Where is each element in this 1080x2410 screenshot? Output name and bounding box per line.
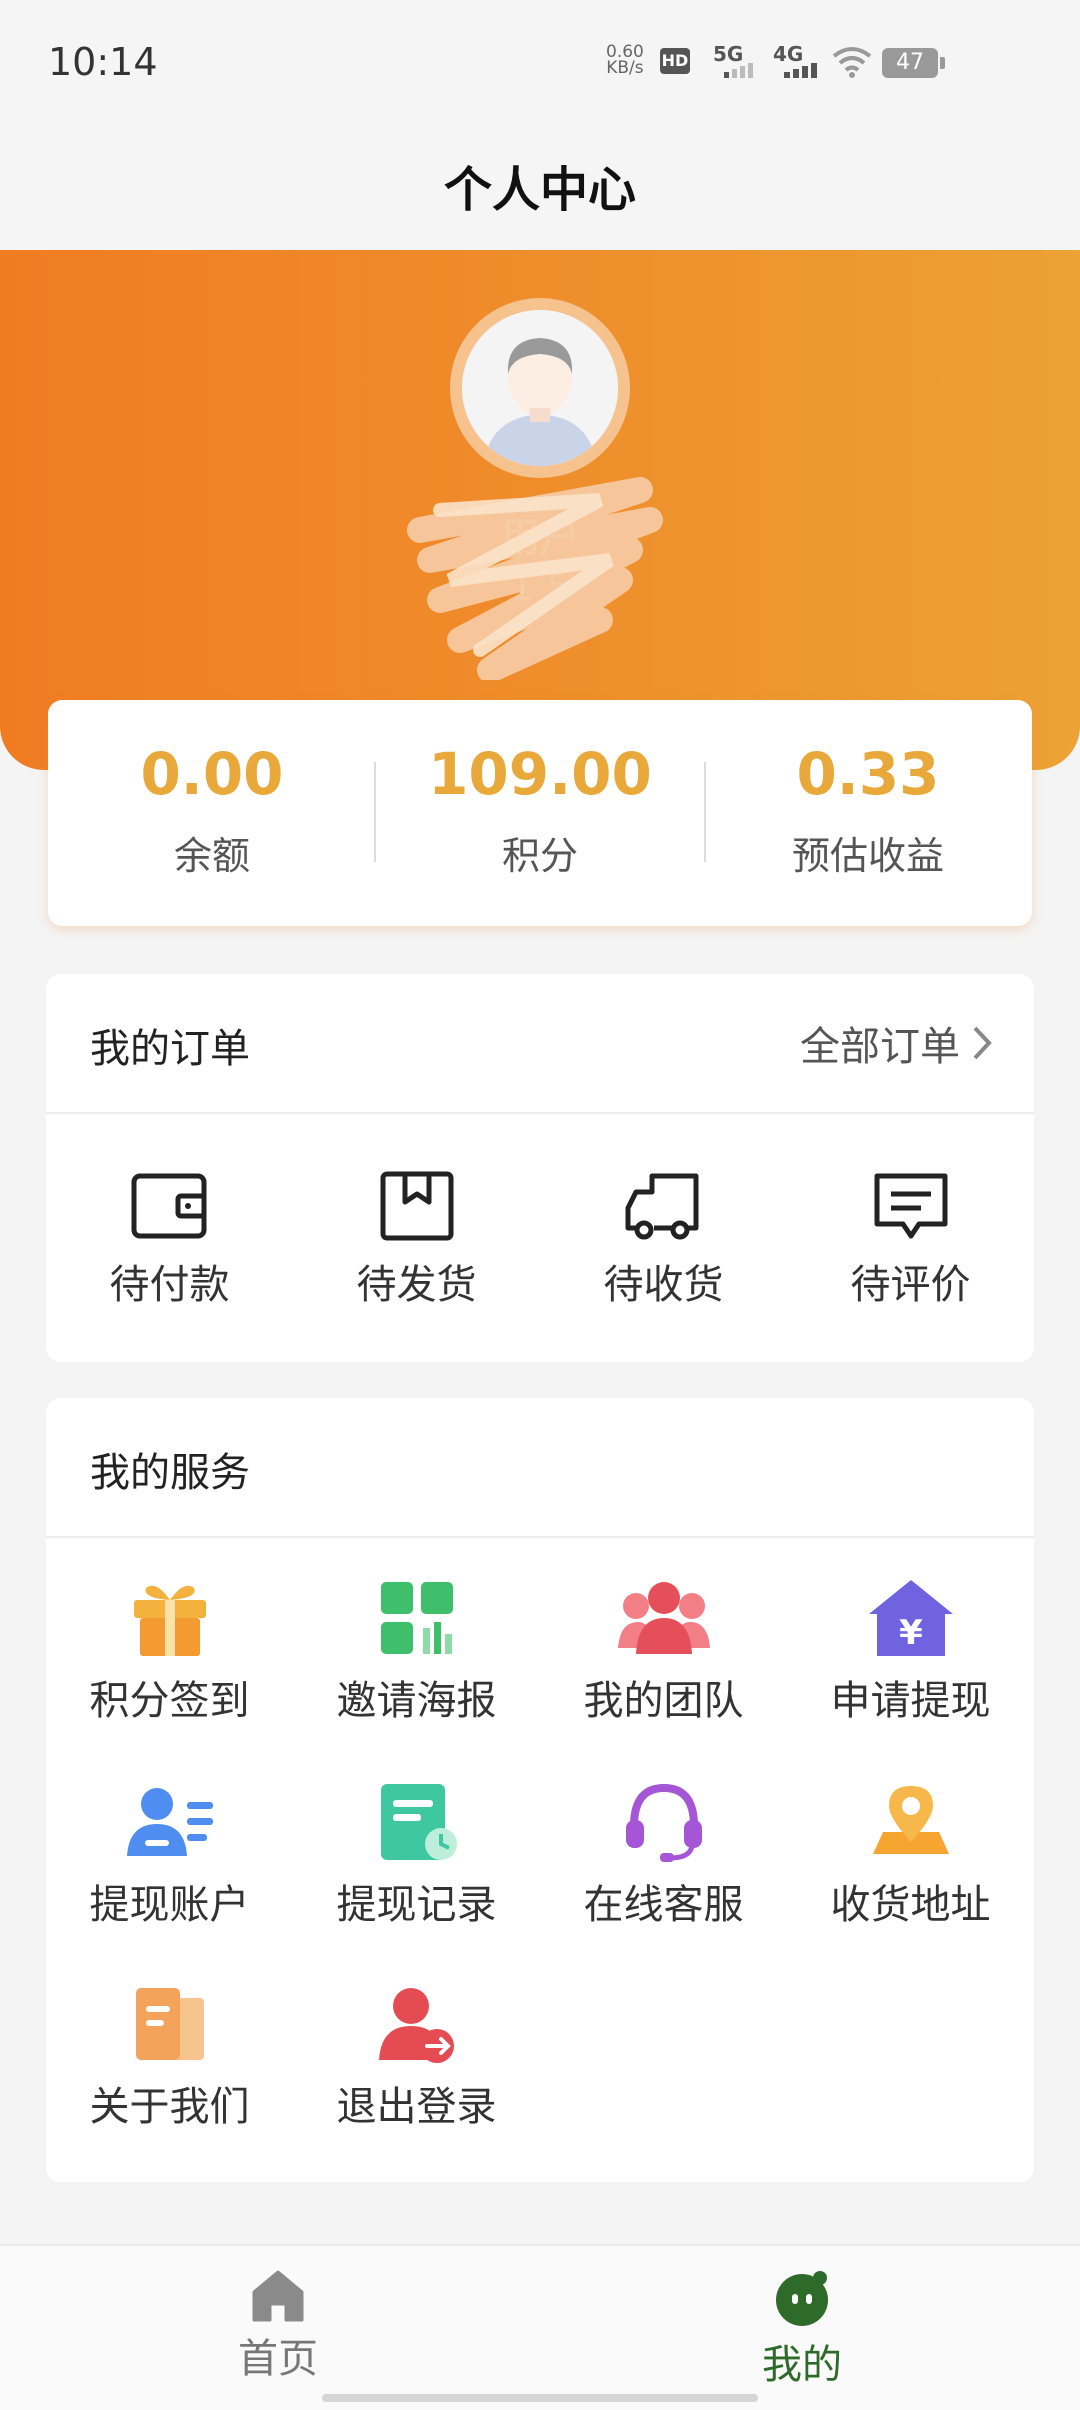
tab-home[interactable]: 首页 (178, 2268, 378, 2384)
wifi-icon (832, 47, 872, 78)
location-icon (872, 1786, 949, 1854)
stat-balance[interactable]: 0.00 余额 (48, 700, 376, 926)
net-speed: 0.60 KB/s (606, 42, 644, 78)
order-label: 待评价 (850, 1262, 971, 1308)
service-online-support[interactable]: 在线客服 (540, 1782, 787, 1930)
order-label: 待收货 (603, 1262, 724, 1308)
home-indicator (322, 2394, 758, 2402)
record-icon (380, 1784, 457, 1860)
stat-estimated-earnings[interactable]: 0.33 预估收益 (704, 700, 1032, 926)
gift-icon (133, 1585, 206, 1656)
battery-indicator: 47 (882, 48, 945, 78)
tab-mine[interactable]: 我的 (702, 2268, 902, 2390)
avatar[interactable] (462, 310, 618, 466)
order-label: 待付款 (109, 1262, 230, 1308)
tab-label: 我的 (762, 2342, 842, 2388)
account-icon (126, 1788, 213, 1856)
service-label: 在线客服 (583, 1882, 744, 1928)
home-icon (252, 2270, 304, 2322)
all-orders-link[interactable]: 全部订单 (800, 1014, 994, 1072)
box-icon (380, 1171, 453, 1241)
user-avatar-icon (462, 310, 618, 466)
mine-icon (776, 2271, 828, 2326)
logout-icon (378, 1988, 454, 2063)
stat-value: 0.33 (796, 740, 940, 808)
service-label: 提现账户 (89, 1882, 250, 1928)
truck-icon (625, 1173, 698, 1240)
stat-value: 0.00 (140, 740, 284, 808)
service-shipping-address[interactable]: 收货地址 (787, 1782, 1034, 1930)
service-label: 我的团队 (583, 1678, 744, 1724)
page-title: 个人中心 (443, 162, 636, 218)
service-withdrawal-account[interactable]: 提现账户 (46, 1782, 293, 1930)
service-logout[interactable]: 退出登录 (293, 1984, 540, 2132)
comment-icon (874, 1173, 947, 1239)
order-pending-shipment[interactable]: 待发货 (293, 1170, 540, 1310)
service-label: 邀请海报 (336, 1678, 497, 1724)
status-time: 10:14 (48, 40, 158, 84)
service-label: 积分签到 (89, 1678, 250, 1724)
stat-label: 余额 (173, 834, 250, 878)
service-label: 申请提现 (830, 1678, 991, 1724)
headset-icon (625, 1783, 702, 1862)
service-invite-poster[interactable]: 邀请海报 (293, 1578, 540, 1726)
tab-bar: 首页 我的 (0, 2244, 1080, 2410)
divider (46, 1536, 1034, 1538)
wallet-icon (131, 1173, 206, 1239)
service-points-checkin[interactable]: 积分签到 (46, 1578, 293, 1726)
orders-title: 我的订单 (90, 1026, 250, 1072)
poster-icon (380, 1582, 453, 1654)
order-label: 待发货 (356, 1262, 477, 1308)
redaction-scribble (407, 477, 663, 680)
signal-icon (784, 63, 817, 78)
stats-card: 0.00 余额 109.00 积分 0.33 预估收益 (48, 700, 1032, 926)
all-orders-label: 全部订单 (800, 1024, 960, 1070)
service-label: 退出登录 (336, 2084, 497, 2130)
order-pending-review[interactable]: 待评价 (787, 1170, 1034, 1310)
signal-icon (724, 63, 753, 78)
service-my-team[interactable]: 我的团队 (540, 1578, 787, 1726)
order-pending-payment[interactable]: 待付款 (46, 1170, 293, 1310)
service-withdrawal-records[interactable]: 提现记录 (293, 1782, 540, 1930)
about-icon (135, 1988, 204, 2060)
service-about-us[interactable]: 关于我们 (46, 1984, 293, 2132)
hd-icon: HD (660, 48, 690, 74)
stat-value: 109.00 (428, 740, 652, 808)
services-card: 我的服务 积分签到 邀请海报 我的团队 ¥ 申请提现 提现账户 提现记录 在线客… (46, 1398, 1034, 2182)
services-title: 我的服务 (90, 1450, 250, 1496)
order-pending-receipt[interactable]: 待收货 (540, 1170, 787, 1310)
stat-points[interactable]: 109.00 积分 (376, 700, 704, 926)
orders-card: 我的订单 全部订单 待付款 待发货 待收货 待评价 (46, 974, 1034, 1362)
withdraw-icon: ¥ (868, 1580, 953, 1656)
stat-label: 积分 (501, 834, 578, 878)
service-label: 收货地址 (830, 1882, 991, 1928)
service-label: 关于我们 (89, 2084, 250, 2130)
service-apply-withdrawal[interactable]: ¥ 申请提现 (787, 1578, 1034, 1726)
service-label: 提现记录 (336, 1882, 497, 1928)
chevron-right-icon (973, 1026, 992, 1060)
stat-label: 预估收益 (791, 834, 944, 878)
svg-text:¥: ¥ (899, 1613, 923, 1653)
team-icon (617, 1582, 710, 1654)
tab-label: 首页 (238, 2336, 318, 2382)
divider (46, 1112, 1034, 1114)
